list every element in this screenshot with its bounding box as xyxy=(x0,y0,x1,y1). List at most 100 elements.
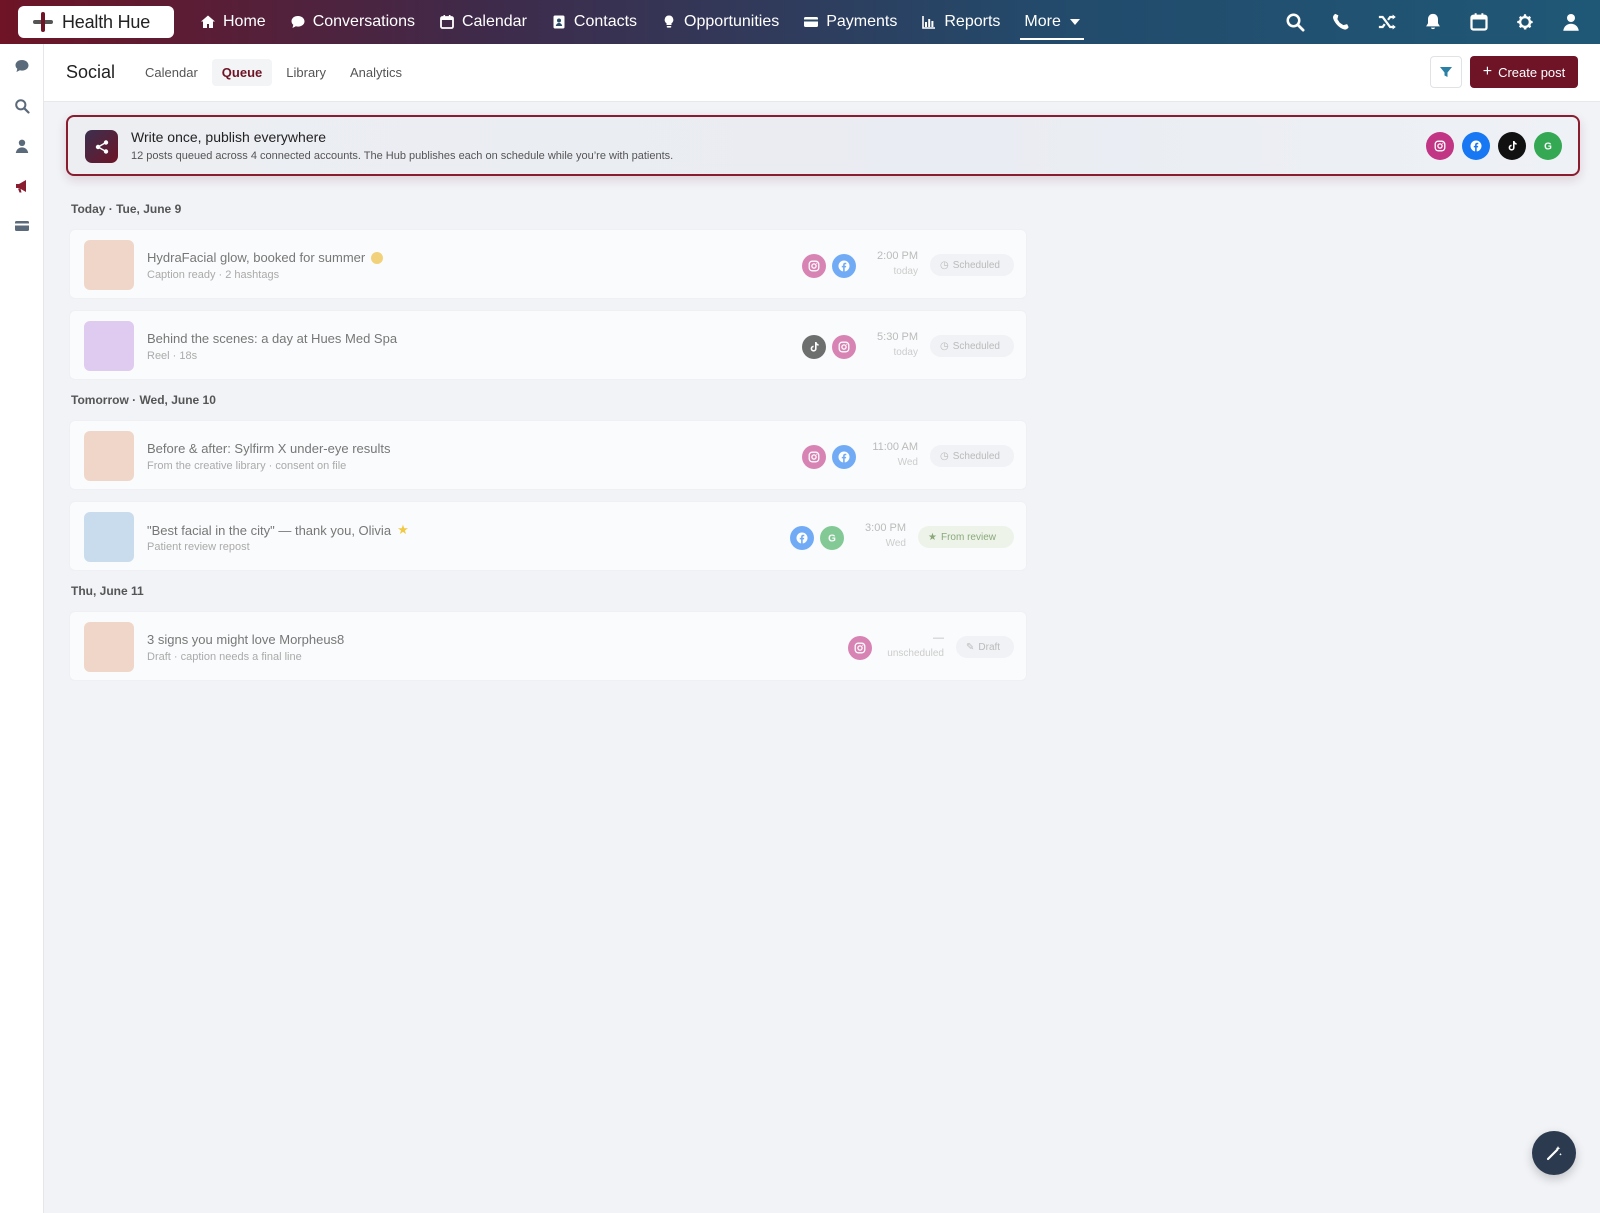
post-title-text: Behind the scenes: a day at Hues Med Spa xyxy=(147,331,398,346)
tab-calendar[interactable]: Calendar xyxy=(135,59,208,86)
google-icon: G xyxy=(820,526,844,550)
shuffle-icon[interactable] xyxy=(1376,11,1398,33)
post-thumbnail xyxy=(84,622,134,672)
post-title-text: Before & after: Sylfirm X under-eye resu… xyxy=(147,441,391,456)
nav-item-reports[interactable]: Reports xyxy=(909,0,1012,44)
publish-banner: Write once, publish everywhere 12 posts … xyxy=(66,115,1580,176)
post-title-text: HydraFacial glow, booked for summer xyxy=(147,250,366,265)
clock-icon: ◷ xyxy=(940,340,949,352)
clock-icon: ◷ xyxy=(940,450,949,462)
instagram-icon xyxy=(832,335,856,359)
create-post-button[interactable]: + Create post xyxy=(1470,56,1578,88)
nav-item-label: Payments xyxy=(826,13,898,30)
page-title: Social xyxy=(66,62,116,82)
nav-item-conversations[interactable]: Conversations xyxy=(278,0,427,44)
post-time-value: 5:30 PM xyxy=(877,331,918,343)
queue-post-row[interactable]: Behind the scenes: a day at Hues Med Spa… xyxy=(69,310,1027,380)
day-label: Tomorrow · Wed, June 10 xyxy=(71,393,216,407)
post-title: 3 signs you might love Morpheus8 xyxy=(147,632,344,647)
queue-post-row[interactable]: Before & after: Sylfirm X under-eye resu… xyxy=(69,420,1027,490)
post-time: 3:00 PM Wed xyxy=(854,522,906,549)
sun-emoji-icon xyxy=(371,251,384,264)
tiktok-icon[interactable] xyxy=(1498,132,1526,160)
create-post-label: Create post xyxy=(1498,64,1566,80)
tab-analytics[interactable]: Analytics xyxy=(340,59,412,86)
brand-logo[interactable]: Health Hue xyxy=(18,6,174,38)
rail-chat-icon[interactable] xyxy=(12,56,32,76)
queue-post-row[interactable]: HydraFacial glow, booked for summer Capt… xyxy=(69,229,1027,299)
queue-post-row[interactable]: "Best facial in the city" — thank you, O… xyxy=(69,501,1027,571)
gear-icon[interactable] xyxy=(1514,11,1536,33)
post-title: "Best facial in the city" — thank you, O… xyxy=(147,522,409,538)
user-icon[interactable] xyxy=(1560,11,1582,33)
post-time: 11:00 AM Wed xyxy=(866,441,918,468)
phone-icon[interactable] xyxy=(1330,11,1352,33)
nav-item-label: Opportunities xyxy=(684,13,780,30)
post-time-value: 3:00 PM xyxy=(865,522,906,534)
star-emoji-icon: ★ xyxy=(397,522,409,537)
nav-item-payments[interactable]: Payments xyxy=(791,0,909,44)
edit-icon: ✎ xyxy=(966,641,975,653)
instagram-icon xyxy=(802,254,826,278)
plus-icon: + xyxy=(1482,63,1493,80)
post-time: 5:30 PM today xyxy=(866,331,918,358)
filter-icon xyxy=(1440,67,1452,77)
nav-item-contacts[interactable]: Contacts xyxy=(539,0,649,44)
bar-chart-icon xyxy=(921,14,937,30)
nav-item-label: Home xyxy=(223,13,266,30)
instagram-icon xyxy=(848,636,872,660)
status-badge: ★ From review xyxy=(918,526,1014,548)
facebook-icon[interactable] xyxy=(1462,132,1490,160)
lightbulb-icon xyxy=(661,14,677,30)
nav-right-actions xyxy=(1284,0,1582,44)
status-badge: ◷ Scheduled xyxy=(930,335,1014,357)
post-title: Before & after: Sylfirm X under-eye resu… xyxy=(147,441,390,456)
google-icon[interactable]: G xyxy=(1534,132,1562,160)
nav-item-home[interactable]: Home xyxy=(188,0,278,44)
share-icon xyxy=(85,130,118,163)
nav-item-label: Calendar xyxy=(461,13,527,30)
nav-item-label: Conversations xyxy=(312,13,415,30)
rail-user-icon[interactable] xyxy=(12,136,32,156)
post-subtitle: Draft · caption needs a final line xyxy=(147,651,302,663)
post-title: Behind the scenes: a day at Hues Med Spa xyxy=(147,331,397,346)
nav-item-calendar[interactable]: Calendar xyxy=(427,0,539,44)
queue-post-row[interactable]: 3 signs you might love Morpheus8 Draft ·… xyxy=(69,611,1027,681)
filter-button[interactable] xyxy=(1430,56,1462,88)
search-icon[interactable] xyxy=(1284,11,1306,33)
status-badge: ◷ Scheduled xyxy=(930,445,1014,467)
contact-card-icon xyxy=(551,14,567,30)
rail-card-icon[interactable] xyxy=(12,216,32,236)
post-time-value: 11:00 AM xyxy=(872,441,918,453)
post-when: unscheduled xyxy=(887,648,944,659)
ai-assist-button[interactable] xyxy=(1532,1131,1576,1175)
post-when: Wed xyxy=(897,457,918,468)
svg-text:G: G xyxy=(828,534,836,544)
post-when: Wed xyxy=(885,538,906,549)
clock-icon: ◷ xyxy=(940,259,949,271)
chat-icon xyxy=(290,14,306,30)
status-badge: ◷ Scheduled xyxy=(930,254,1014,276)
bell-icon[interactable] xyxy=(1422,11,1444,33)
post-when: today xyxy=(893,266,918,277)
brand-name: Health Hue xyxy=(62,11,151,32)
nav-item-opportunities[interactable]: Opportunities xyxy=(649,0,791,44)
rail-search-icon[interactable] xyxy=(12,96,32,116)
chevron-down-icon xyxy=(1069,19,1080,25)
tab-library[interactable]: Library xyxy=(276,59,336,86)
credit-card-icon xyxy=(803,14,819,30)
post-subtitle: Reel · 18s xyxy=(147,350,198,362)
calendar-icon[interactable] xyxy=(1468,11,1490,33)
post-channels xyxy=(848,636,872,660)
rail-megaphone-icon[interactable] xyxy=(12,176,32,196)
post-title-text: 3 signs you might love Morpheus8 xyxy=(147,632,345,647)
nav-item-more[interactable]: More xyxy=(1012,0,1091,44)
status-badge: ✎ Draft xyxy=(956,636,1014,658)
post-subtitle: Caption ready · 2 hashtags xyxy=(147,269,280,281)
calendar-icon xyxy=(439,14,455,30)
instagram-icon[interactable] xyxy=(1426,132,1454,160)
tab-queue[interactable]: Queue xyxy=(211,59,273,86)
instagram-icon xyxy=(802,445,826,469)
facebook-icon xyxy=(790,526,814,550)
post-title: HydraFacial glow, booked for summer xyxy=(147,250,384,265)
